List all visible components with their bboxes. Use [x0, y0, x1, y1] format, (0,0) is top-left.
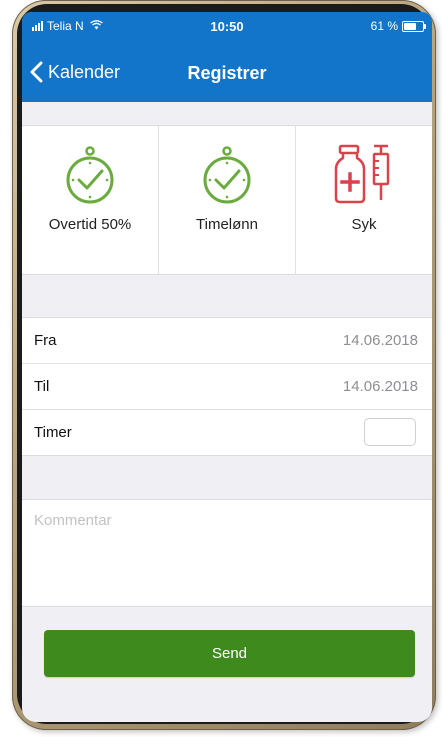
fra-date-value[interactable]: 14.06.2018	[343, 332, 418, 349]
page-title: Registrer	[187, 63, 267, 83]
battery-icon	[402, 20, 426, 32]
battery-fill	[404, 22, 417, 30]
status-bar: Telia N 10:50 61 %	[22, 12, 432, 44]
fra-label: Fra	[34, 332, 57, 349]
send-button[interactable]: Send	[44, 630, 415, 677]
timer-row: Timer	[22, 410, 432, 455]
app-screen: Telia N 10:50 61 % Kalender Registrer Ov…	[22, 12, 432, 722]
date-form: Fra 14.06.2018 Til 14.06.2018 Timer	[22, 317, 432, 456]
fra-row[interactable]: Fra 14.06.2018	[22, 318, 432, 364]
type-label: Syk	[351, 216, 377, 233]
til-row[interactable]: Til 14.06.2018	[22, 364, 432, 410]
registration-type-grid: Overtid 50% Timelønn Syk	[22, 125, 432, 275]
comment-field[interactable]: Kommentar	[22, 499, 432, 607]
timer-label: Timer	[34, 424, 72, 441]
stopwatch-check-icon	[203, 146, 251, 204]
battery-percent: 61 %	[370, 19, 398, 33]
comment-placeholder: Kommentar	[34, 512, 112, 529]
til-date-value[interactable]: 14.06.2018	[343, 378, 418, 395]
status-right: 61 %	[370, 19, 426, 33]
type-label: Timelønn	[196, 216, 258, 233]
type-label: Overtid 50%	[48, 216, 132, 233]
medicine-syringe-icon	[334, 144, 390, 204]
type-timelonn[interactable]: Timelønn	[159, 126, 296, 274]
navigation-bar: Kalender Registrer	[22, 44, 432, 102]
timer-input[interactable]	[364, 418, 416, 446]
stopwatch-check-icon	[66, 146, 114, 204]
type-overtid-50[interactable]: Overtid 50%	[22, 126, 159, 274]
type-syk[interactable]: Syk	[296, 126, 432, 274]
til-label: Til	[34, 378, 50, 395]
